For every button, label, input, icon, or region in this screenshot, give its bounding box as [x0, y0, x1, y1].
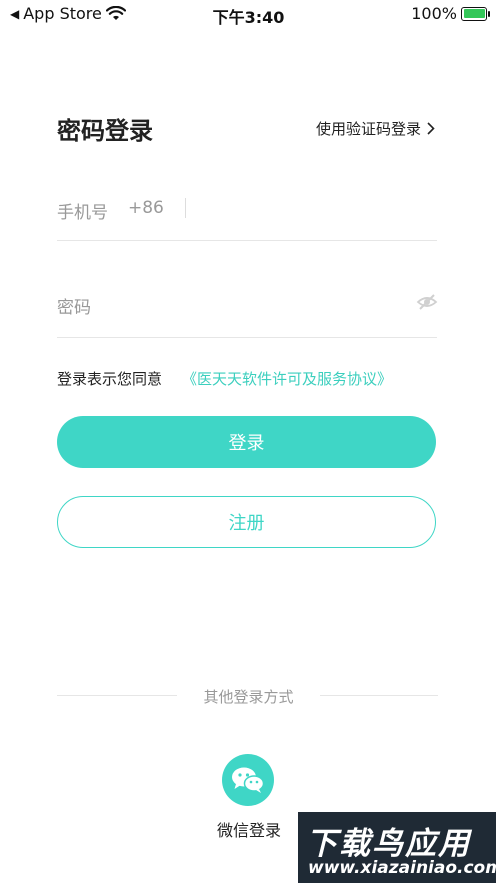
battery-percent: 100% [411, 4, 457, 23]
wechat-icon [232, 767, 265, 793]
agreement-text: 登录表示您同意 [57, 370, 163, 388]
password-input[interactable] [120, 285, 404, 323]
login-button[interactable]: 登录 [57, 416, 436, 468]
switch-to-code-login-link[interactable]: 使用验证码登录 [316, 118, 435, 139]
password-underline [57, 337, 437, 338]
phone-underline [57, 240, 437, 241]
other-login-title: 其他登录方式 [203, 688, 294, 706]
eye-hidden-icon[interactable] [416, 291, 438, 313]
switch-link-label: 使用验证码登录 [315, 120, 421, 138]
battery-icon [461, 6, 490, 21]
watermark-url: www.xiazainiao.com [308, 858, 497, 878]
phone-input[interactable] [196, 190, 438, 228]
page-title: 密码登录 [57, 117, 153, 145]
agreement-link[interactable]: 《医天天软件许可及服务协议》 [182, 368, 392, 389]
register-button[interactable]: 注册 [57, 496, 436, 548]
status-battery: 100% [411, 4, 490, 23]
phone-label: 手机号 [57, 203, 108, 223]
phone-field-divider [185, 198, 186, 218]
password-label: 密码 [57, 298, 91, 318]
watermark-title: 下载鸟应用 [306, 826, 471, 862]
country-code-selector[interactable]: +86 [128, 198, 164, 218]
wechat-login-label: 微信登录 [216, 821, 281, 840]
wechat-login-button[interactable] [222, 754, 274, 806]
chevron-right-icon [427, 122, 435, 135]
